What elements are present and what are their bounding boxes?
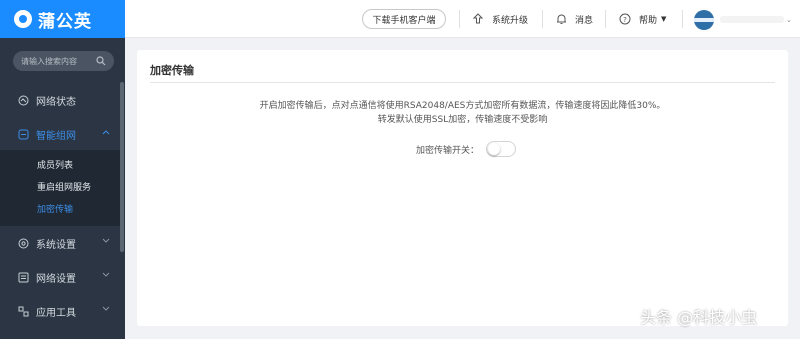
submenu-item-member-list[interactable]: 成员列表 <box>37 158 73 171</box>
top-header: 蒲公英 下载手机客户端 系统升级 消息 ? 帮助 ▼ ⌄ <box>0 0 800 38</box>
sidebar-item-label: 智能组网 <box>36 130 76 142</box>
caret-down-icon: ▼ <box>661 15 667 23</box>
sidebar-item-label: 网络状态 <box>36 96 76 108</box>
page-title: 加密传输 <box>150 64 194 77</box>
network-settings-icon <box>18 272 29 282</box>
sidebar-item-network-status[interactable]: 网络状态 <box>0 83 120 117</box>
sidebar-item-system-settings[interactable]: 系统设置 <box>0 226 120 260</box>
network-status-icon <box>18 95 29 105</box>
sidebar-item-network-settings[interactable]: 网络设置 <box>0 260 120 294</box>
help-label: 帮助 <box>639 15 658 26</box>
header-divider <box>542 10 543 28</box>
app-tools-icon <box>18 306 29 316</box>
submenu-item-encrypted-transfer[interactable]: 加密传输 <box>37 202 73 215</box>
encrypt-toggle-label: 加密传输开关： <box>416 145 480 156</box>
chevron-down-icon <box>102 272 110 277</box>
svg-text:?: ? <box>623 16 627 24</box>
header-divider <box>605 10 606 28</box>
system-upgrade-label: 系统升级 <box>492 15 529 26</box>
submenu-item-restart-service[interactable]: 重启组网服务 <box>37 180 91 193</box>
download-client-button[interactable]: 下载手机客户端 <box>362 9 446 29</box>
bell-icon <box>557 14 566 24</box>
description-line-1: 开启加密传输后，点对点通信将使用RSA2048/AES方式加密所有数据流，传输速… <box>259 101 666 111</box>
search-input[interactable]: 请输入搜索内容 <box>13 51 114 71</box>
chevron-down-icon <box>102 238 110 243</box>
sidebar-item-label: 网络设置 <box>36 273 76 285</box>
search-icon[interactable] <box>96 56 106 66</box>
sidebar-submenu: 成员列表 重启组网服务 加密传输 <box>0 150 120 226</box>
sidebar: 请输入搜索内容 网络状态 智能组网 成员列表 重启组网服务 加密传输 系统设置 … <box>0 38 125 339</box>
brand-logo-icon <box>14 10 32 28</box>
content-panel: 加密传输 开启加密传输后，点对点通信将使用RSA2048/AES方式加密所有数据… <box>137 50 788 326</box>
gear-icon <box>18 238 29 248</box>
sidebar-scrollbar[interactable] <box>120 82 124 252</box>
encrypt-toggle-row: 加密传输开关： <box>416 141 517 157</box>
chevron-down-icon[interactable]: ⌄ <box>786 16 792 24</box>
encrypt-toggle-switch[interactable] <box>486 141 517 157</box>
search-placeholder: 请输入搜索内容 <box>21 56 77 66</box>
help-icon: ? <box>619 13 631 25</box>
chevron-down-icon <box>102 306 110 311</box>
smart-networking-icon <box>18 129 29 139</box>
brand-name: 蒲公英 <box>38 11 92 32</box>
watermark: 头条 @科技小虫 <box>640 308 758 327</box>
chevron-up-icon <box>102 130 110 135</box>
messages-label: 消息 <box>575 15 594 26</box>
system-upgrade-button[interactable]: 系统升级 <box>472 9 528 29</box>
upgrade-icon <box>472 13 484 24</box>
sidebar-item-app-tools[interactable]: 应用工具 <box>0 294 120 328</box>
sidebar-item-label: 应用工具 <box>36 307 76 319</box>
messages-button[interactable]: 消息 <box>556 9 593 29</box>
header-divider <box>459 10 460 28</box>
sidebar-item-label: 系统设置 <box>36 239 76 251</box>
header-divider <box>682 10 683 28</box>
avatar[interactable] <box>694 10 714 30</box>
sidebar-item-smart-networking[interactable]: 智能组网 <box>0 117 120 151</box>
title-divider <box>150 82 775 83</box>
username-blurred[interactable] <box>720 16 784 23</box>
logo[interactable]: 蒲公英 <box>0 0 125 38</box>
toggle-knob <box>488 143 501 155</box>
description-line-2: 转发默认使用SSL加密，传输速度不受影响 <box>377 115 548 125</box>
help-menu[interactable]: ? 帮助 ▼ <box>619 9 666 29</box>
